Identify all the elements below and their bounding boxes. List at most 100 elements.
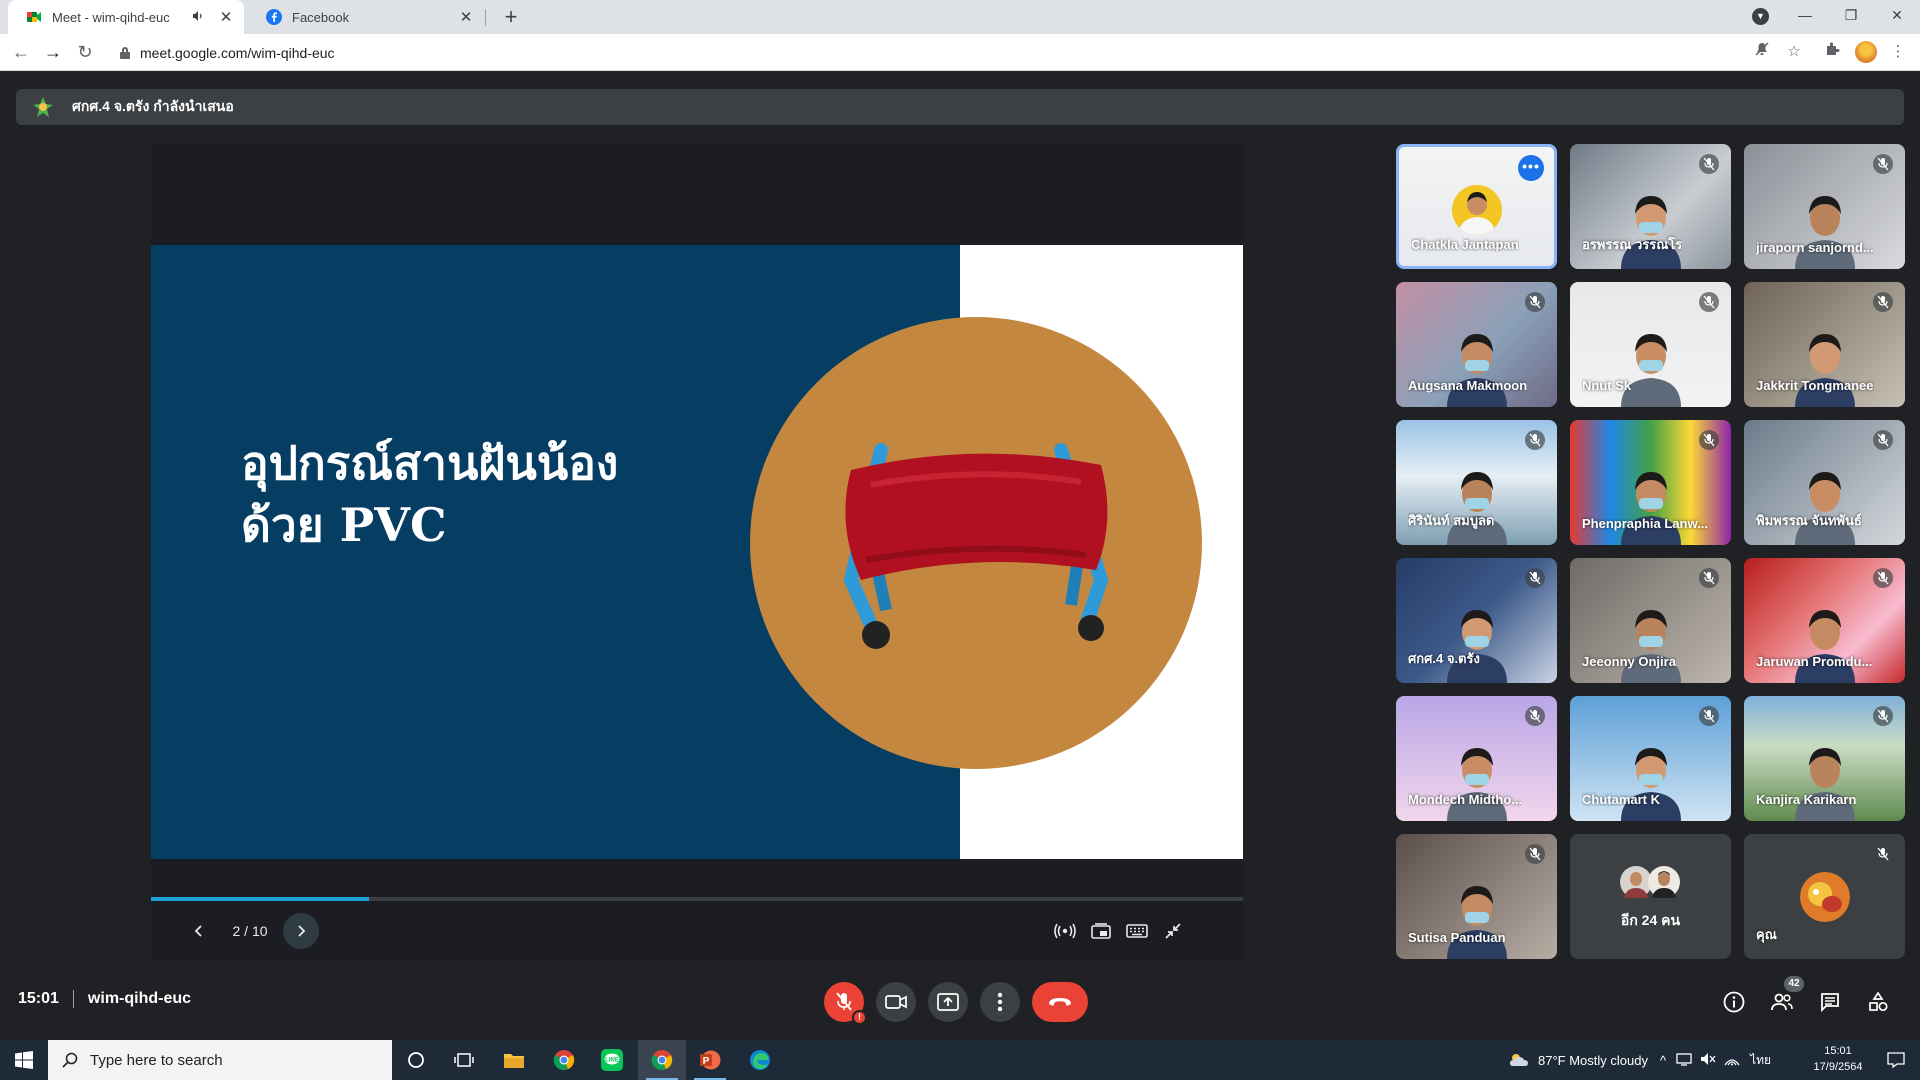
participant-tile[interactable]: อรพรรณ วรรณโร: [1570, 144, 1731, 269]
keyboard-icon[interactable]: [1119, 913, 1155, 949]
participant-tile[interactable]: Nnut Sk: [1570, 282, 1731, 407]
cortana-circle-icon: [408, 1052, 424, 1068]
tab-search-icon[interactable]: ▼: [1752, 8, 1769, 25]
participant-tile[interactable]: jiraporn sanjornd...: [1744, 144, 1905, 269]
slide-title: อุปกรณ์สานฝันน้อง ด้วย PVC: [241, 432, 721, 556]
meeting-details-button[interactable]: [1718, 986, 1750, 1018]
participant-tile[interactable]: Jaruwan Promdu...: [1744, 558, 1905, 683]
taskbar-chrome-active[interactable]: [638, 1040, 686, 1080]
network-icon[interactable]: [1676, 1052, 1692, 1069]
mic-muted-icon: [1873, 844, 1893, 864]
close-window-button[interactable]: ✕: [1874, 0, 1920, 32]
extensions-icon[interactable]: [1820, 40, 1844, 64]
start-button[interactable]: [0, 1040, 48, 1080]
participant-tile[interactable]: ศิรินันท์ สมบูลด: [1396, 420, 1557, 545]
close-tab-icon[interactable]: ✕: [218, 8, 234, 26]
speaker-icon[interactable]: [192, 10, 208, 25]
participant-name: ศกศ.4 จ.ตรัง: [1408, 651, 1480, 666]
notifications-blocked-icon[interactable]: [1750, 40, 1774, 64]
participant-name: Phenpraphia Lanw...: [1582, 516, 1708, 531]
wifi-icon[interactable]: [1724, 1052, 1740, 1069]
forward-arrow-icon[interactable]: →: [40, 39, 66, 65]
taskbar-file-explorer[interactable]: [490, 1040, 538, 1080]
profile-avatar[interactable]: [1855, 41, 1877, 63]
tab-divider: [485, 9, 486, 26]
task-view-button[interactable]: [440, 1040, 488, 1080]
participant-tile[interactable]: Chutamart K: [1570, 696, 1731, 821]
system-tray: 87°F Mostly cloudy ^ ไทย: [1508, 1040, 1771, 1080]
next-slide-button[interactable]: [283, 913, 319, 949]
participant-name: Kanjira Karikarn: [1756, 792, 1857, 807]
mic-muted-icon: [1699, 292, 1719, 312]
notification-center-button[interactable]: [1872, 1040, 1920, 1080]
show-everyone-button[interactable]: 42: [1766, 976, 1804, 1018]
back-arrow-icon[interactable]: ←: [8, 39, 34, 65]
participant-video-feed: [1794, 610, 1855, 683]
chat-button[interactable]: [1814, 986, 1846, 1018]
weather-cloud-icon: [1510, 1054, 1528, 1066]
exit-fullscreen-icon[interactable]: [1155, 913, 1191, 949]
tab-facebook[interactable]: Facebook ✕: [248, 0, 484, 34]
self-avatar: [1799, 872, 1850, 922]
edge-icon: [750, 1050, 770, 1070]
more-options-button[interactable]: [980, 982, 1020, 1022]
taskbar-line[interactable]: LINE: [588, 1040, 636, 1080]
activities-button[interactable]: [1862, 986, 1894, 1018]
cortana-button[interactable]: [392, 1040, 440, 1080]
more-participants-tile[interactable]: อีก 24 คน: [1570, 834, 1731, 959]
camera-toggle-button[interactable]: [876, 982, 916, 1022]
input-language[interactable]: ไทย: [1750, 1051, 1771, 1070]
facebook-icon: [266, 9, 282, 25]
participant-tile[interactable]: Jeeonny Onjira: [1570, 558, 1731, 683]
chrome-menu-icon[interactable]: ⋮: [1886, 40, 1910, 64]
participant-tile[interactable]: Sutisa Panduan: [1396, 834, 1557, 959]
participant-tile[interactable]: พิมพรรณ จันทพันธ์: [1744, 420, 1905, 545]
slide-title-line-1: อุปกรณ์สานฝันน้อง: [241, 436, 619, 490]
participant-tile[interactable]: Phenpraphia Lanw...: [1570, 420, 1731, 545]
present-screen-icon: [937, 993, 959, 1011]
activities-icon: [1869, 991, 1888, 1012]
people-icon: [1771, 993, 1793, 1011]
participant-name: Jaruwan Promdu...: [1756, 654, 1873, 669]
participant-tile[interactable]: ศกศ.4 จ.ตรัง: [1396, 558, 1557, 683]
taskbar-search-box[interactable]: Type here to search: [48, 1040, 392, 1080]
tile-options-button[interactable]: •••: [1518, 155, 1544, 181]
meeting-clock: 15:01: [18, 990, 59, 1007]
previous-slide-button[interactable]: [181, 913, 217, 949]
mic-muted-icon: [1525, 706, 1545, 726]
bookmark-star-icon[interactable]: ☆: [1782, 40, 1806, 64]
picture-in-picture-icon[interactable]: [1083, 913, 1119, 949]
participant-tile[interactable]: ••• Chatkla Jantapan: [1396, 144, 1557, 269]
presentation-stage: อุปกรณ์สานฝันน้อง ด้วย PVC 2 / 10: [151, 143, 1243, 959]
reload-icon[interactable]: ↻: [72, 39, 98, 65]
tab-meet[interactable]: Meet - wim-qihd-euc ✕: [8, 0, 244, 34]
meet-control-bar: 15:01 wim-qihd-euc ! 42: [0, 972, 1920, 1038]
slide-progress-fill: [151, 897, 370, 901]
taskbar-edge[interactable]: [736, 1040, 784, 1080]
participant-video-feed: [1446, 610, 1507, 683]
participant-tile[interactable]: Kanjira Karikarn: [1744, 696, 1905, 821]
participant-tile[interactable]: Augsana Makmoon: [1396, 282, 1557, 407]
address-bar[interactable]: meet.google.com/wim-qihd-euc: [108, 38, 1773, 67]
volume-muted-icon[interactable]: [1700, 1052, 1716, 1069]
self-view-tile[interactable]: คุณ: [1744, 834, 1905, 959]
participant-tile[interactable]: Mondech Midtho...: [1396, 696, 1557, 821]
task-view-icon: [454, 1053, 474, 1067]
leave-call-button[interactable]: [1032, 982, 1088, 1022]
participant-video-feed: [1794, 472, 1855, 545]
restore-button[interactable]: ❐: [1828, 0, 1874, 32]
taskbar-chrome[interactable]: [540, 1040, 588, 1080]
slide-tools: [1047, 913, 1191, 949]
microphone-toggle-button[interactable]: !: [824, 982, 867, 1025]
show-hidden-icons-button[interactable]: ^: [1660, 1053, 1666, 1068]
participant-tile[interactable]: Jakkrit Tongmanee: [1744, 282, 1905, 407]
broadcast-icon[interactable]: [1047, 913, 1083, 949]
taskbar-powerpoint[interactable]: P: [686, 1040, 734, 1080]
taskbar-clock[interactable]: 15:01 17/9/2564: [1808, 1043, 1868, 1075]
close-tab-icon[interactable]: ✕: [458, 8, 474, 26]
weather-text[interactable]: 87°F Mostly cloudy: [1538, 1053, 1648, 1068]
present-now-button[interactable]: [928, 982, 968, 1022]
lock-icon[interactable]: [120, 46, 130, 59]
minimize-button[interactable]: —: [1782, 0, 1828, 32]
new-tab-button[interactable]: +: [498, 4, 524, 30]
